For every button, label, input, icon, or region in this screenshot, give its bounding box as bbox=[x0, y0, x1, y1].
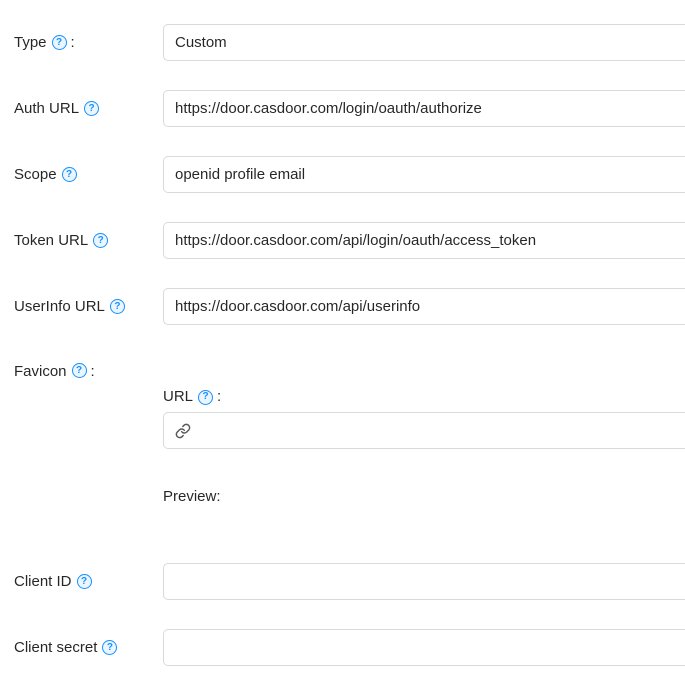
link-icon bbox=[175, 423, 191, 439]
userinfo-url-label-text: UserInfo URL bbox=[14, 298, 105, 316]
auth-url-control bbox=[163, 90, 685, 127]
favicon-label-colon: : bbox=[91, 363, 95, 381]
scope-input[interactable] bbox=[163, 156, 685, 193]
favicon-url-help-icon[interactable] bbox=[198, 390, 213, 405]
provider-config-form: Type : Custom Auth URL Scope bbox=[0, 0, 685, 666]
client-secret-control bbox=[163, 629, 685, 666]
auth-url-help-icon[interactable] bbox=[84, 101, 99, 116]
userinfo-url-control bbox=[163, 288, 685, 325]
scope-label-text: Scope bbox=[14, 166, 57, 184]
form-row-favicon: Favicon : URL : bbox=[14, 363, 685, 506]
token-url-label: Token URL bbox=[14, 222, 163, 259]
form-row-auth-url: Auth URL bbox=[14, 90, 685, 127]
client-secret-label-text: Client secret bbox=[14, 639, 97, 657]
type-label-text: Type bbox=[14, 34, 47, 52]
scope-control bbox=[163, 156, 685, 193]
client-id-help-icon[interactable] bbox=[77, 574, 92, 589]
token-url-help-icon[interactable] bbox=[93, 233, 108, 248]
type-label-colon: : bbox=[71, 34, 75, 52]
favicon-url-label-text: URL bbox=[163, 388, 193, 406]
form-row-token-url: Token URL bbox=[14, 222, 685, 259]
form-row-scope: Scope bbox=[14, 156, 685, 193]
form-row-userinfo-url: UserInfo URL bbox=[14, 288, 685, 325]
favicon-control: URL : Preview: bbox=[163, 363, 685, 506]
favicon-url-label: URL : bbox=[163, 388, 685, 406]
client-id-input[interactable] bbox=[163, 563, 685, 600]
type-select[interactable]: Custom bbox=[163, 24, 685, 61]
client-id-label-text: Client ID bbox=[14, 573, 72, 591]
auth-url-input[interactable] bbox=[163, 90, 685, 127]
userinfo-url-label: UserInfo URL bbox=[14, 288, 163, 325]
client-secret-input[interactable] bbox=[163, 629, 685, 666]
form-row-type: Type : Custom bbox=[14, 24, 685, 61]
scope-label: Scope bbox=[14, 156, 163, 193]
type-select-value: Custom bbox=[175, 34, 227, 51]
auth-url-label: Auth URL bbox=[14, 90, 163, 127]
client-secret-label: Client secret bbox=[14, 629, 163, 666]
form-row-client-secret: Client secret bbox=[14, 629, 685, 666]
favicon-url-input[interactable] bbox=[163, 412, 685, 449]
favicon-url-label-colon: : bbox=[217, 388, 221, 406]
type-help-icon[interactable] bbox=[52, 35, 67, 50]
favicon-preview-label: Preview: bbox=[163, 488, 685, 506]
favicon-url-input-wrap bbox=[163, 412, 685, 449]
type-label: Type : bbox=[14, 24, 163, 61]
scope-help-icon[interactable] bbox=[62, 167, 77, 182]
client-id-control bbox=[163, 563, 685, 600]
favicon-label: Favicon : bbox=[14, 363, 163, 506]
client-secret-help-icon[interactable] bbox=[102, 640, 117, 655]
userinfo-url-input[interactable] bbox=[163, 288, 685, 325]
auth-url-label-text: Auth URL bbox=[14, 100, 79, 118]
token-url-label-text: Token URL bbox=[14, 232, 88, 250]
client-id-label: Client ID bbox=[14, 563, 163, 600]
token-url-control bbox=[163, 222, 685, 259]
userinfo-url-help-icon[interactable] bbox=[110, 299, 125, 314]
type-control: Custom bbox=[163, 24, 685, 61]
favicon-help-icon[interactable] bbox=[72, 363, 87, 378]
favicon-url-field[interactable] bbox=[200, 414, 685, 447]
favicon-label-text: Favicon bbox=[14, 363, 67, 381]
form-row-client-id: Client ID bbox=[14, 563, 685, 600]
token-url-input[interactable] bbox=[163, 222, 685, 259]
